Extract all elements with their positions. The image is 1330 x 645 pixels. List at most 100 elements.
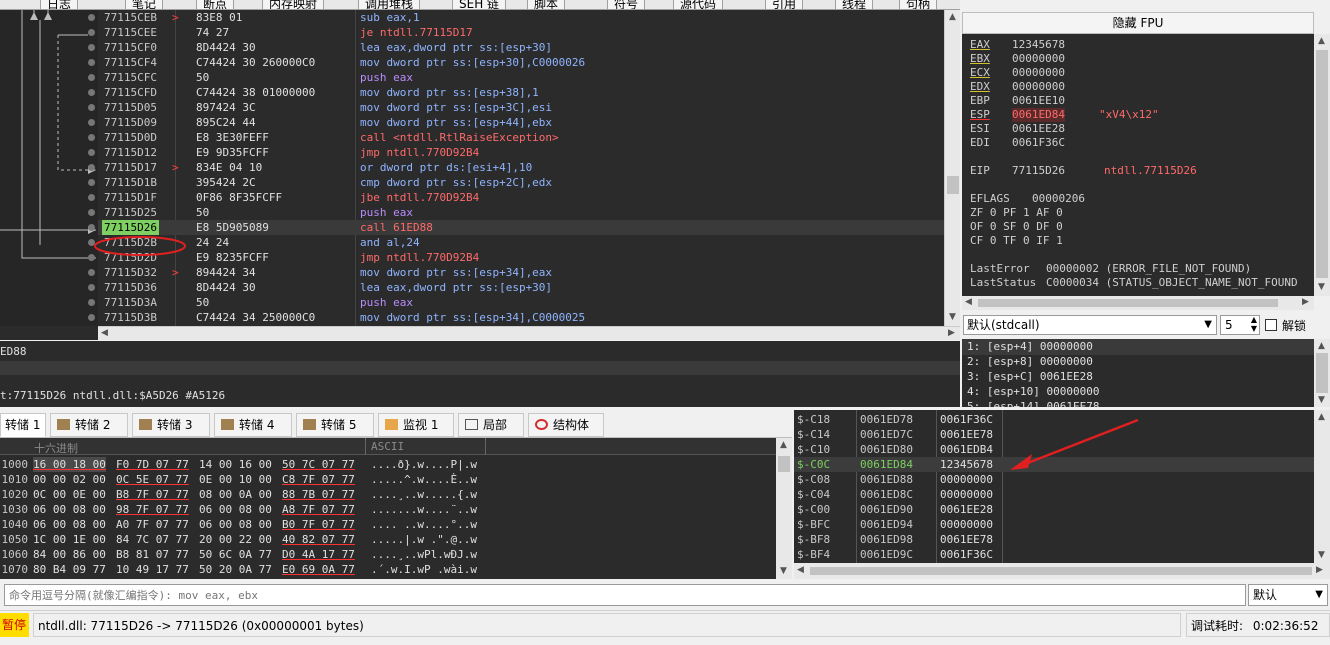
dump-vertical-scrollbar[interactable]: ▲ ▼ [776, 438, 792, 579]
unlock-checkbox[interactable] [1265, 319, 1277, 331]
dump-row[interactable]: 1050 1C 00 1E 00 84 7C 07 77 20 00 22 00 40 … [0, 532, 776, 547]
register-row[interactable]: EAX 12345678 [970, 38, 1104, 52]
argument-count-spinner[interactable]: 5 ▲ ▼ [1220, 315, 1260, 335]
register-row[interactable]: ESP 0061ED84 "xV4\x12" [970, 108, 1159, 122]
dump-hex-group[interactable]: 14 00 16 00 [199, 457, 272, 472]
dump-hex-group[interactable]: 08 00 0A 00 [199, 487, 272, 502]
breakpoint-dot-icon[interactable] [88, 194, 95, 201]
dump-ascii[interactable]: .´.w.I.wP .wài.w [371, 562, 477, 577]
dump-ascii[interactable]: ....¸..wPl.wÐJ.w [371, 547, 477, 562]
stack-row[interactable]: $-C00 0061ED90 0061EE28 [794, 502, 1314, 517]
register-row[interactable]: EBX 00000000 [970, 52, 1104, 66]
breakpoint-dot-icon[interactable] [88, 44, 95, 51]
register-value[interactable]: 0061EE10 [1012, 94, 1104, 108]
flags-line[interactable]: ZF 0 PF 1 AF 0 [970, 206, 1063, 220]
dump-hex-group[interactable]: A8 7F 07 77 [282, 502, 355, 517]
breakpoint-dot-icon[interactable] [88, 104, 95, 111]
dump-hex-group[interactable]: 1C 00 1E 00 [33, 532, 106, 547]
calling-convention-select[interactable]: 默认(stdcall) ▼ [963, 315, 1217, 335]
dump-ascii[interactable]: .....^.w....È..w [371, 472, 477, 487]
dump-hex-group[interactable]: E0 69 0A 77 [282, 562, 355, 577]
disassembly-row[interactable]: 77115CFD C74424 38 01000000 mov dword ptr … [88, 85, 944, 100]
dump-hex-group[interactable]: C8 7F 07 77 [282, 472, 355, 487]
dump-hex-group[interactable]: 10 49 17 77 [116, 562, 189, 577]
dump-row[interactable]: 1010 00 00 02 00 0C 5E 07 77 0E 00 10 00 C8 … [0, 472, 776, 487]
dump-ascii[interactable]: ....ð}.w....P|.w [371, 457, 477, 472]
register-value[interactable]: 0061ED84 [1012, 108, 1065, 122]
dump-hex-group[interactable]: B8 7F 07 77 [116, 487, 189, 502]
stack-vertical-scrollbar[interactable]: ▲ ▼ [1314, 410, 1330, 563]
dump-hex-group[interactable]: 06 00 08 00 [199, 517, 272, 532]
dump-tab[interactable]: 局部 [458, 413, 524, 437]
disassembly-vertical-scrollbar[interactable]: ▲ ▼ [944, 10, 960, 326]
dump-hex-group[interactable]: 88 7B 07 77 [282, 487, 355, 502]
breakpoint-dot-icon[interactable] [88, 224, 95, 231]
breakpoint-dot-icon[interactable] [88, 14, 95, 21]
top-tab[interactable]: 调用堆栈 [358, 0, 421, 9]
command-mode-select[interactable]: 默认 ▼ [1248, 584, 1328, 606]
disassembly-row[interactable]: 77115CF0 8D4424 30 lea eax,dword ptr ss:[e… [88, 40, 944, 55]
flags-line[interactable]: OF 0 SF 0 DF 0 [970, 220, 1063, 234]
dump-tab[interactable]: 转储 3 [132, 413, 210, 437]
disassembly-view[interactable]: 77115CEB >83E8 01 sub eax,1 77115CEE 74 27 je… [0, 10, 944, 326]
argument-row[interactable]: 1: [esp+4] 00000000 [967, 339, 1093, 354]
hide-fpu-button[interactable]: 隐藏 FPU [962, 12, 1314, 34]
arguments-vertical-scrollbar[interactable]: ▲ ▼ [1314, 339, 1330, 407]
dump-hex-group[interactable]: 84 7C 07 77 [116, 532, 189, 547]
dump-hex-group[interactable]: 0C 00 0E 00 [33, 487, 106, 502]
disassembly-row[interactable]: 77115CFC 50 push eax [88, 70, 944, 85]
register-row[interactable]: EIP 77115D26 ntdll.77115D26 [970, 164, 1197, 178]
register-value[interactable]: 00000000 [1012, 66, 1104, 80]
stack-horizontal-scrollbar[interactable]: ◀ ▶ [794, 563, 1330, 579]
register-row[interactable]: EDX 00000000 [970, 80, 1104, 94]
breakpoint-dot-icon[interactable] [88, 284, 95, 291]
stack-row[interactable]: $-BFC 0061ED94 00000000 [794, 517, 1314, 532]
top-tab[interactable]: 笔记 [125, 0, 164, 9]
disassembly-row[interactable]: 77115D05 897424 3C mov dword ptr ss:[esp+3… [88, 100, 944, 115]
register-value[interactable]: 12345678 [1012, 38, 1104, 52]
register-row[interactable]: EBP 0061EE10 [970, 94, 1104, 108]
argument-row[interactable]: 5: [esp+14] 0061EE78 [967, 399, 1099, 407]
dump-row[interactable]: 1020 0C 00 0E 00 B8 7F 07 77 08 00 0A 00 88 … [0, 487, 776, 502]
breakpoint-dot-icon[interactable] [88, 179, 95, 186]
disassembly-row[interactable]: 77115D3B C74424 34 250000C0 mov dword ptr … [88, 310, 944, 325]
breakpoint-dot-icon[interactable] [88, 89, 95, 96]
arguments-panel[interactable]: 1: [esp+4] 00000000 2: [esp+8] 00000000 3:… [962, 339, 1314, 407]
top-tab[interactable]: 脚本 [527, 0, 566, 9]
eflags-row[interactable]: EFLAGS 00000206 [970, 192, 1085, 206]
dump-row[interactable]: 1030 06 00 08 00 98 7F 07 77 06 00 08 00 A8 … [0, 502, 776, 517]
disassembly-row[interactable]: 77115D2D E9 8235FCFF jmp ntdll.770D92B4 [88, 250, 944, 265]
top-tab[interactable]: 符号 [607, 0, 646, 9]
breakpoint-dot-icon[interactable] [88, 134, 95, 141]
breakpoint-dot-icon[interactable] [88, 149, 95, 156]
argument-row[interactable]: 4: [esp+10] 00000000 [967, 384, 1099, 399]
top-tab[interactable]: 引用 [765, 0, 804, 9]
breakpoint-dot-icon[interactable] [88, 59, 95, 66]
disassembly-row[interactable]: 77115D25 50 push eax [88, 205, 944, 220]
dump-hex-group[interactable]: 50 7C 07 77 [282, 457, 355, 472]
top-tab[interactable]: 句柄 [899, 0, 938, 9]
breakpoint-dot-icon[interactable] [88, 269, 95, 276]
dump-tab[interactable]: 转储 2 [50, 413, 128, 437]
dump-hex-group[interactable]: 06 00 08 00 [33, 502, 106, 517]
dump-hex-group[interactable]: 20 00 22 00 [199, 532, 272, 547]
argument-row[interactable]: 2: [esp+8] 00000000 [967, 354, 1093, 369]
disassembly-row[interactable]: 77115D3A 50 push eax [88, 295, 944, 310]
stack-row[interactable]: $-C04 0061ED8C 00000000 [794, 487, 1314, 502]
dump-tab[interactable]: 转储 4 [214, 413, 292, 437]
dump-tab[interactable]: 监视 1 [378, 413, 454, 437]
disassembly-row[interactable]: 77115CEB >83E8 01 sub eax,1 [88, 10, 944, 25]
top-tab[interactable]: SEH 链 [452, 0, 507, 9]
dump-ascii[interactable]: ....¸..w.....{.w [371, 487, 477, 502]
disassembly-row[interactable]: 77115D1B 395424 2C cmp dword ptr ss:[esp+2… [88, 175, 944, 190]
dump-hex-group[interactable]: 50 6C 0A 77 [199, 547, 272, 562]
dump-ascii[interactable]: .......w....¨..w [371, 502, 477, 517]
register-row[interactable]: ECX 00000000 [970, 66, 1104, 80]
disassembly-row[interactable]: 77115D36 8D4424 30 lea eax,dword ptr ss:[e… [88, 280, 944, 295]
dump-hex-group[interactable]: 40 82 07 77 [282, 532, 355, 547]
spinner-arrows-icon[interactable]: ▲ ▼ [1251, 315, 1257, 333]
top-tab[interactable]: 源代码 [673, 0, 724, 9]
register-value[interactable]: 00000000 [1012, 80, 1104, 94]
disassembly-row[interactable]: 77115D0D E8 3E30FEFF call <ntdll.RtlRaiseE… [88, 130, 944, 145]
dump-hex-group[interactable]: 50 20 0A 77 [199, 562, 272, 577]
